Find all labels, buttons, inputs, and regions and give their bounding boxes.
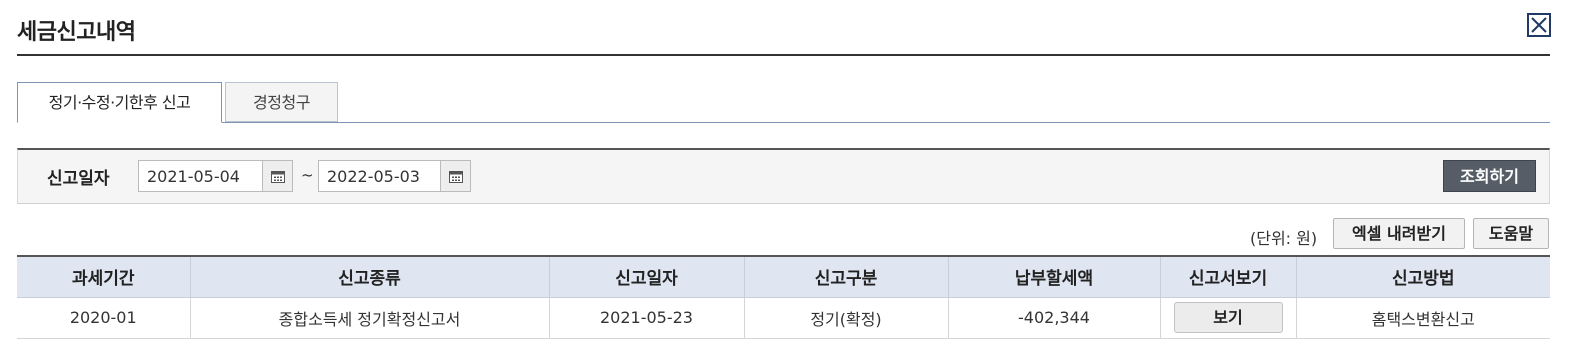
column-header: 납부할세액 [947,255,1160,298]
table-row: 2020-01 종합소득세 정기확정신고서 2021-05-23 정기(확정) … [17,297,1550,339]
close-icon [1531,17,1547,33]
title-divider [17,54,1550,56]
report-method-cell: 홈택스변환신고 [1295,297,1550,339]
close-button[interactable] [1527,13,1551,37]
report-date-cell: 2021-05-23 [548,297,744,339]
column-header: 신고일자 [548,255,744,298]
search-panel: 신고일자 ~ 조회하기 [17,148,1550,204]
view-cell: 보기 [1159,297,1296,339]
end-date-calendar-button[interactable] [440,160,471,192]
tax-amount-cell: -402,344 [947,297,1160,339]
calendar-icon [449,171,463,183]
period-cell: 2020-01 [17,297,190,339]
tab-regular-report[interactable]: 정기·수정·기한후 신고 [17,82,222,123]
search-button[interactable]: 조회하기 [1443,160,1536,192]
start-date-input[interactable] [138,160,263,192]
table-header-row: 과세기간 신고종류 신고일자 신고구분 납부할세액 신고서보기 신고방법 [17,255,1550,298]
help-button[interactable]: 도움말 [1473,218,1549,249]
column-header: 신고서보기 [1159,255,1296,298]
report-type-cell: 종합소득세 정기확정신고서 [189,297,549,339]
excel-download-button[interactable]: 엑셀 내려받기 [1333,218,1465,249]
start-date-calendar-button[interactable] [262,160,293,192]
end-date-input[interactable] [318,160,441,192]
column-header: 과세기간 [17,255,190,298]
date-range-separator: ~ [301,166,314,184]
calendar-icon [271,171,285,183]
tax-report-table: 과세기간 신고종류 신고일자 신고구분 납부할세액 신고서보기 신고방법 202… [17,255,1550,339]
column-header: 신고종류 [189,255,549,298]
report-category-cell: 정기(확정) [743,297,948,339]
search-label: 신고일자 [47,169,110,189]
unit-label: (단위: 원) [1250,229,1318,248]
tab-correction-claim[interactable]: 경정청구 [225,82,338,122]
column-header: 신고방법 [1295,255,1550,298]
page-title: 세금신고내역 [17,20,136,45]
view-report-button[interactable]: 보기 [1173,302,1283,333]
tab-divider [17,122,1550,123]
column-header: 신고구분 [743,255,948,298]
